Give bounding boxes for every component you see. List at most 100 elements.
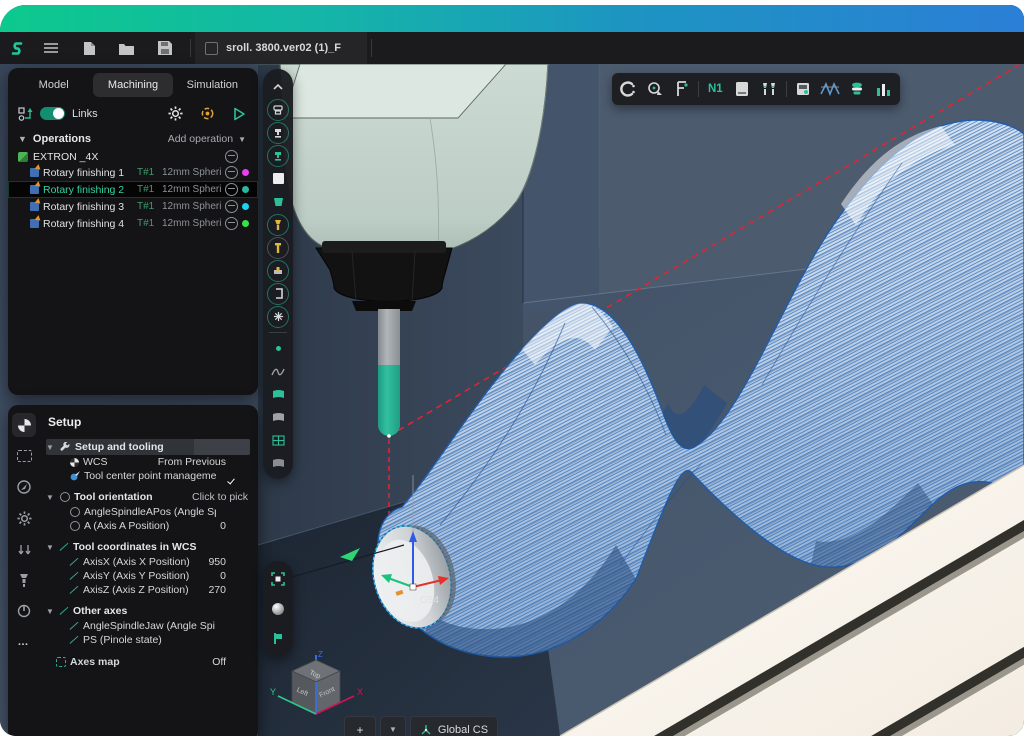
prop-row-anglespindleapos[interactable]: AngleSpindleAPos (Angle Sp bbox=[46, 505, 250, 519]
operation-tool-desc: 12mm Spherical bbox=[162, 167, 221, 178]
operation-icon bbox=[30, 168, 39, 177]
rail-transitions-icon[interactable] bbox=[12, 537, 36, 561]
point-toggle-icon[interactable] bbox=[266, 337, 290, 360]
rail-tool-icon[interactable] bbox=[12, 568, 36, 592]
collision-check-icon[interactable] bbox=[617, 78, 639, 100]
click-to-pick[interactable]: Click to pick bbox=[192, 491, 250, 503]
operation-color-dot[interactable] bbox=[242, 169, 249, 176]
main-menu-button[interactable] bbox=[42, 39, 60, 57]
rail-more-icon[interactable]: … bbox=[12, 630, 36, 654]
links-toggle[interactable] bbox=[40, 107, 65, 120]
suppress-toggle-icon[interactable] bbox=[225, 200, 238, 213]
statistics-bars-icon[interactable] bbox=[873, 78, 895, 100]
prop-row-ps[interactable]: PS (Pinole state) bbox=[46, 633, 250, 647]
toolpath-graph-icon[interactable] bbox=[819, 78, 841, 100]
tab-machining[interactable]: Machining bbox=[93, 73, 172, 97]
rail-parameters-gear-icon[interactable] bbox=[12, 506, 36, 530]
operation-name: Rotary finishing 4 bbox=[43, 218, 133, 230]
rail-rotation-icon[interactable] bbox=[12, 599, 36, 623]
gcode-n1-icon[interactable]: N1 bbox=[704, 78, 726, 100]
tool-holders-icon[interactable] bbox=[758, 78, 780, 100]
curve-toggle-icon[interactable] bbox=[266, 360, 290, 383]
operation-group-row[interactable]: EXTRON _4X bbox=[8, 149, 258, 164]
operation-color-dot[interactable] bbox=[242, 186, 249, 193]
prop-row-axisx[interactable]: AxisX (Axis X Position) 950 bbox=[46, 555, 250, 569]
run-simulation-icon[interactable] bbox=[232, 107, 246, 121]
prop-row-tcp[interactable]: Tool center point managemen bbox=[46, 469, 250, 483]
caliper-icon[interactable] bbox=[671, 78, 693, 100]
setup-panel: … Setup ▼ Setup and tooling WCS From Pre… bbox=[8, 405, 258, 736]
wrench-icon bbox=[60, 442, 71, 453]
clamp-visibility-icon[interactable] bbox=[266, 282, 290, 305]
panel-gray-icon[interactable] bbox=[266, 406, 290, 429]
snap-settings-icon[interactable] bbox=[266, 305, 290, 328]
operation-tool-desc: 12mm Spherical bbox=[162, 201, 221, 212]
prop-row-anglespindlejaw[interactable]: AngleSpindleJaw (Angle Spir bbox=[46, 619, 250, 633]
rail-job-zone-icon[interactable] bbox=[12, 444, 36, 468]
rail-wcs-icon[interactable] bbox=[12, 413, 36, 437]
operation-row-4[interactable]: Rotary finishing 4 T#1 12mm Spherical bbox=[8, 215, 258, 232]
add-operation-chevron[interactable]: ▼ bbox=[238, 135, 246, 144]
app-logo[interactable] bbox=[8, 39, 26, 57]
machine-visibility-icon[interactable] bbox=[266, 98, 290, 121]
tool-visibility-icon[interactable] bbox=[266, 213, 290, 236]
title-bar: sroll. 3800.ver02 (1)_F bbox=[0, 32, 1024, 64]
new-file-button[interactable] bbox=[80, 39, 98, 57]
screen: { "window": { "file_tab": "sroll. 3800.v… bbox=[0, 0, 1024, 740]
operation-name: Rotary finishing 1 bbox=[43, 167, 133, 179]
window-top-gradient bbox=[0, 5, 1024, 32]
document-icon[interactable] bbox=[731, 78, 753, 100]
group-name: EXTRON _4X bbox=[33, 151, 98, 163]
tool-spindle-icon[interactable] bbox=[846, 78, 868, 100]
operation-row-1[interactable]: Rotary finishing 1 T#1 12mm Spherical bbox=[8, 164, 258, 181]
collapse-chevron-icon[interactable] bbox=[266, 75, 290, 98]
prop-row-axisz[interactable]: AxisZ (Axis Z Position) 270 bbox=[46, 583, 250, 597]
tab-simulation[interactable]: Simulation bbox=[173, 73, 252, 97]
prop-row-axes-map[interactable]: Axes map Off bbox=[46, 655, 250, 669]
measure-tape-icon[interactable] bbox=[644, 78, 666, 100]
prop-row-wcs[interactable]: WCS From Previous bbox=[46, 455, 250, 469]
cutting-tool[interactable] bbox=[378, 309, 400, 438]
file-tab[interactable]: sroll. 3800.ver02 (1)_F bbox=[195, 32, 367, 64]
tool-holder-visibility-icon[interactable] bbox=[266, 236, 290, 259]
panel-gray-2-icon[interactable] bbox=[266, 452, 290, 475]
cs-dropdown-button[interactable]: ▼ bbox=[380, 716, 406, 736]
tab-model[interactable]: Model bbox=[14, 73, 93, 97]
section-other-axes[interactable]: ▼ Other axes bbox=[46, 603, 250, 619]
settings-gear-icon[interactable] bbox=[168, 106, 183, 121]
links-label: Links bbox=[72, 108, 98, 120]
suppress-toggle-icon[interactable] bbox=[225, 217, 238, 230]
part-visibility-icon[interactable] bbox=[266, 190, 290, 213]
workpiece-square-icon[interactable] bbox=[266, 167, 290, 190]
open-file-button[interactable] bbox=[118, 39, 136, 57]
rail-strategy-icon[interactable] bbox=[12, 475, 36, 499]
section-tool-orientation[interactable]: ▼ Tool orientation Click to pick bbox=[46, 489, 250, 505]
operations-collapse-chevron[interactable]: ▼ bbox=[18, 134, 27, 144]
stock-result-visibility-icon[interactable] bbox=[266, 144, 290, 167]
fixture-visibility-icon[interactable] bbox=[266, 259, 290, 282]
operation-row-3[interactable]: Rotary finishing 3 T#1 12mm Spherical bbox=[8, 198, 258, 215]
operation-row-2-selected[interactable]: Rotary finishing 2 T#1 12mm Spherical bbox=[8, 181, 258, 198]
prop-row-a-axis[interactable]: A (Axis A Position) 0 bbox=[46, 519, 250, 533]
section-tool-coordinates[interactable]: ▼ Tool coordinates in WCS bbox=[46, 539, 250, 555]
add-cs-button[interactable]: + bbox=[344, 716, 376, 736]
global-cs-button[interactable]: Global CS bbox=[410, 716, 498, 736]
operation-color-dot[interactable] bbox=[242, 220, 249, 227]
prop-row-axisy[interactable]: AxisY (Axis Y Position) 0 bbox=[46, 569, 250, 583]
tool-tip-point bbox=[387, 434, 391, 438]
shaded-view-icon[interactable] bbox=[266, 598, 290, 621]
zoom-fit-icon[interactable] bbox=[266, 568, 290, 591]
save-button[interactable] bbox=[156, 39, 174, 57]
section-setup-and-tooling[interactable]: ▼ Setup and tooling bbox=[46, 439, 250, 455]
machine-panel-icon[interactable] bbox=[792, 78, 814, 100]
stock-visibility-icon[interactable] bbox=[266, 121, 290, 144]
suppress-toggle-icon[interactable] bbox=[225, 150, 238, 163]
mesh-grid-icon[interactable] bbox=[266, 429, 290, 452]
app-window: sroll. 3800.ver02 (1)_F bbox=[0, 5, 1024, 736]
panel-teal-icon[interactable] bbox=[266, 383, 290, 406]
add-operation-button[interactable]: Add operation bbox=[168, 133, 233, 145]
suppress-toggle-icon[interactable] bbox=[225, 183, 238, 196]
operation-color-dot[interactable] bbox=[242, 203, 249, 210]
recalc-target-icon[interactable] bbox=[200, 106, 215, 121]
suppress-toggle-icon[interactable] bbox=[225, 166, 238, 179]
